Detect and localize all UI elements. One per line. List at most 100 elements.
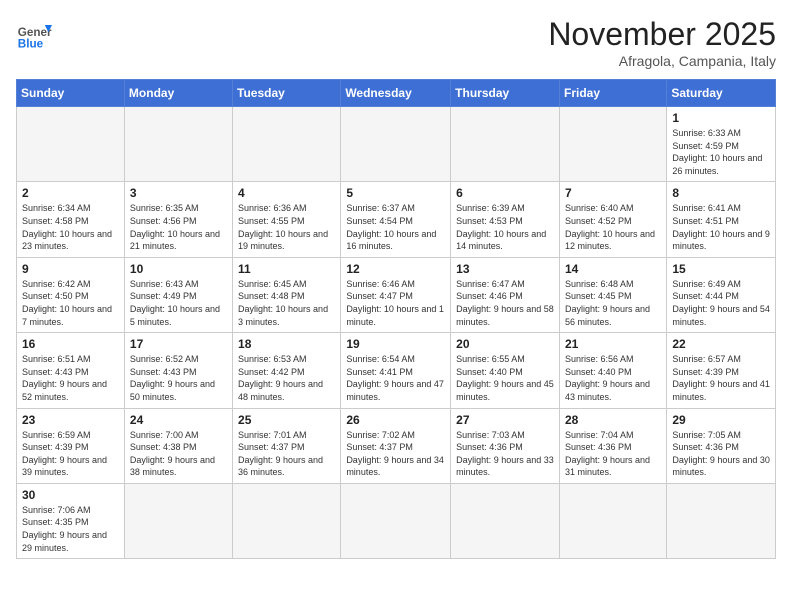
calendar-cell: 30 Sunrise: 7:06 AM Sunset: 4:35 PM Dayli… [17, 483, 125, 558]
day-info: Sunrise: 6:42 AM Sunset: 4:50 PM Dayligh… [22, 278, 119, 328]
day-number: 8 [672, 186, 770, 200]
calendar-cell: 5 Sunrise: 6:37 AM Sunset: 4:54 PM Daylig… [341, 182, 451, 257]
calendar-cell: 27Sunrise: 7:03 AM Sunset: 4:36 PM Dayli… [451, 408, 560, 483]
calendar-cell: 7 Sunrise: 6:40 AM Sunset: 4:52 PM Daylig… [559, 182, 666, 257]
page-header: General Blue November 2025 Afragola, Cam… [16, 16, 776, 69]
day-number: 3 [130, 186, 227, 200]
calendar-header-row: SundayMondayTuesdayWednesdayThursdayFrid… [17, 80, 776, 107]
calendar-cell: 4 Sunrise: 6:36 AM Sunset: 4:55 PM Daylig… [233, 182, 341, 257]
calendar-cell [667, 483, 776, 558]
day-number: 28 [565, 413, 661, 427]
day-number: 26 [346, 413, 445, 427]
calendar-week-1: 2Sunrise: 6:34 AM Sunset: 4:58 PM Daylig… [17, 182, 776, 257]
col-header-tuesday: Tuesday [233, 80, 341, 107]
calendar-cell: 20Sunrise: 6:55 AM Sunset: 4:40 PM Dayli… [451, 333, 560, 408]
day-info: Sunrise: 6:52 AM Sunset: 4:43 PM Dayligh… [130, 353, 227, 403]
day-number: 9 [22, 262, 119, 276]
calendar-cell: 23 Sunrise: 6:59 AM Sunset: 4:39 PM Dayli… [17, 408, 125, 483]
calendar-cell [124, 483, 232, 558]
day-info: Sunrise: 6:39 AM Sunset: 4:53 PM Dayligh… [456, 202, 554, 252]
calendar-cell: 28 Sunrise: 7:04 AM Sunset: 4:36 PM Dayli… [559, 408, 666, 483]
calendar-cell: 13 Sunrise: 6:47 AM Sunset: 4:46 PM Dayli… [451, 257, 560, 332]
day-number: 29 [672, 413, 770, 427]
day-info: Sunrise: 7:00 AM Sunset: 4:38 PM Dayligh… [130, 429, 227, 479]
day-number: 7 [565, 186, 661, 200]
calendar-cell [451, 107, 560, 182]
svg-text:Blue: Blue [18, 38, 44, 51]
calendar-cell [341, 483, 451, 558]
day-info: Sunrise: 6:49 AM Sunset: 4:44 PM Dayligh… [672, 278, 770, 328]
calendar-cell [17, 107, 125, 182]
day-info: Sunrise: 6:53 AM Sunset: 4:42 PM Dayligh… [238, 353, 335, 403]
calendar-cell [341, 107, 451, 182]
calendar-cell: 24 Sunrise: 7:00 AM Sunset: 4:38 PM Dayli… [124, 408, 232, 483]
day-number: 24 [130, 413, 227, 427]
day-info: Sunrise: 6:57 AM Sunset: 4:39 PM Dayligh… [672, 353, 770, 403]
day-number: 5 [346, 186, 445, 200]
calendar-cell: 11 Sunrise: 6:45 AM Sunset: 4:48 PM Dayli… [233, 257, 341, 332]
day-info: Sunrise: 7:04 AM Sunset: 4:36 PM Dayligh… [565, 429, 661, 479]
calendar-week-4: 23 Sunrise: 6:59 AM Sunset: 4:39 PM Dayli… [17, 408, 776, 483]
calendar-cell: 8Sunrise: 6:41 AM Sunset: 4:51 PM Daylig… [667, 182, 776, 257]
calendar-cell: 3 Sunrise: 6:35 AM Sunset: 4:56 PM Daylig… [124, 182, 232, 257]
day-info: Sunrise: 6:51 AM Sunset: 4:43 PM Dayligh… [22, 353, 119, 403]
day-info: Sunrise: 6:36 AM Sunset: 4:55 PM Dayligh… [238, 202, 335, 252]
col-header-friday: Friday [559, 80, 666, 107]
day-number: 18 [238, 337, 335, 351]
day-info: Sunrise: 7:05 AM Sunset: 4:36 PM Dayligh… [672, 429, 770, 479]
day-number: 21 [565, 337, 661, 351]
day-number: 4 [238, 186, 335, 200]
day-info: Sunrise: 6:48 AM Sunset: 4:45 PM Dayligh… [565, 278, 661, 328]
day-info: Sunrise: 6:47 AM Sunset: 4:46 PM Dayligh… [456, 278, 554, 328]
calendar-cell [559, 107, 666, 182]
calendar-cell: 26 Sunrise: 7:02 AM Sunset: 4:37 PM Dayli… [341, 408, 451, 483]
day-info: Sunrise: 6:59 AM Sunset: 4:39 PM Dayligh… [22, 429, 119, 479]
col-header-monday: Monday [124, 80, 232, 107]
calendar-cell: 14Sunrise: 6:48 AM Sunset: 4:45 PM Dayli… [559, 257, 666, 332]
calendar-cell: 10 Sunrise: 6:43 AM Sunset: 4:49 PM Dayli… [124, 257, 232, 332]
calendar-week-5: 30 Sunrise: 7:06 AM Sunset: 4:35 PM Dayli… [17, 483, 776, 558]
day-info: Sunrise: 7:02 AM Sunset: 4:37 PM Dayligh… [346, 429, 445, 479]
calendar-table: SundayMondayTuesdayWednesdayThursdayFrid… [16, 79, 776, 559]
logo: General Blue [16, 16, 52, 52]
day-number: 30 [22, 488, 119, 502]
col-header-thursday: Thursday [451, 80, 560, 107]
day-number: 27 [456, 413, 554, 427]
day-number: 10 [130, 262, 227, 276]
day-number: 1 [672, 111, 770, 125]
day-number: 13 [456, 262, 554, 276]
calendar-cell: 22 Sunrise: 6:57 AM Sunset: 4:39 PM Dayli… [667, 333, 776, 408]
day-number: 22 [672, 337, 770, 351]
day-info: Sunrise: 7:06 AM Sunset: 4:35 PM Dayligh… [22, 504, 119, 554]
day-info: Sunrise: 6:35 AM Sunset: 4:56 PM Dayligh… [130, 202, 227, 252]
calendar-cell [233, 107, 341, 182]
day-info: Sunrise: 6:43 AM Sunset: 4:49 PM Dayligh… [130, 278, 227, 328]
day-info: Sunrise: 6:37 AM Sunset: 4:54 PM Dayligh… [346, 202, 445, 252]
calendar-cell [559, 483, 666, 558]
day-number: 12 [346, 262, 445, 276]
calendar-week-2: 9 Sunrise: 6:42 AM Sunset: 4:50 PM Daylig… [17, 257, 776, 332]
calendar-cell: 2Sunrise: 6:34 AM Sunset: 4:58 PM Daylig… [17, 182, 125, 257]
day-info: Sunrise: 7:01 AM Sunset: 4:37 PM Dayligh… [238, 429, 335, 479]
calendar-week-3: 16Sunrise: 6:51 AM Sunset: 4:43 PM Dayli… [17, 333, 776, 408]
day-info: Sunrise: 6:33 AM Sunset: 4:59 PM Dayligh… [672, 127, 770, 177]
day-info: Sunrise: 6:40 AM Sunset: 4:52 PM Dayligh… [565, 202, 661, 252]
col-header-wednesday: Wednesday [341, 80, 451, 107]
day-info: Sunrise: 6:46 AM Sunset: 4:47 PM Dayligh… [346, 278, 445, 328]
calendar-cell: 29 Sunrise: 7:05 AM Sunset: 4:36 PM Dayli… [667, 408, 776, 483]
day-info: Sunrise: 6:54 AM Sunset: 4:41 PM Dayligh… [346, 353, 445, 403]
day-number: 19 [346, 337, 445, 351]
calendar-cell [124, 107, 232, 182]
location: Afragola, Campania, Italy [548, 53, 776, 69]
calendar-cell: 18 Sunrise: 6:53 AM Sunset: 4:42 PM Dayli… [233, 333, 341, 408]
col-header-sunday: Sunday [17, 80, 125, 107]
day-info: Sunrise: 6:45 AM Sunset: 4:48 PM Dayligh… [238, 278, 335, 328]
col-header-saturday: Saturday [667, 80, 776, 107]
calendar-cell: 17Sunrise: 6:52 AM Sunset: 4:43 PM Dayli… [124, 333, 232, 408]
day-number: 11 [238, 262, 335, 276]
title-block: November 2025 Afragola, Campania, Italy [548, 16, 776, 69]
day-number: 23 [22, 413, 119, 427]
calendar-week-0: 1 Sunrise: 6:33 AM Sunset: 4:59 PM Daylig… [17, 107, 776, 182]
calendar-cell [451, 483, 560, 558]
calendar-cell: 12 Sunrise: 6:46 AM Sunset: 4:47 PM Dayli… [341, 257, 451, 332]
